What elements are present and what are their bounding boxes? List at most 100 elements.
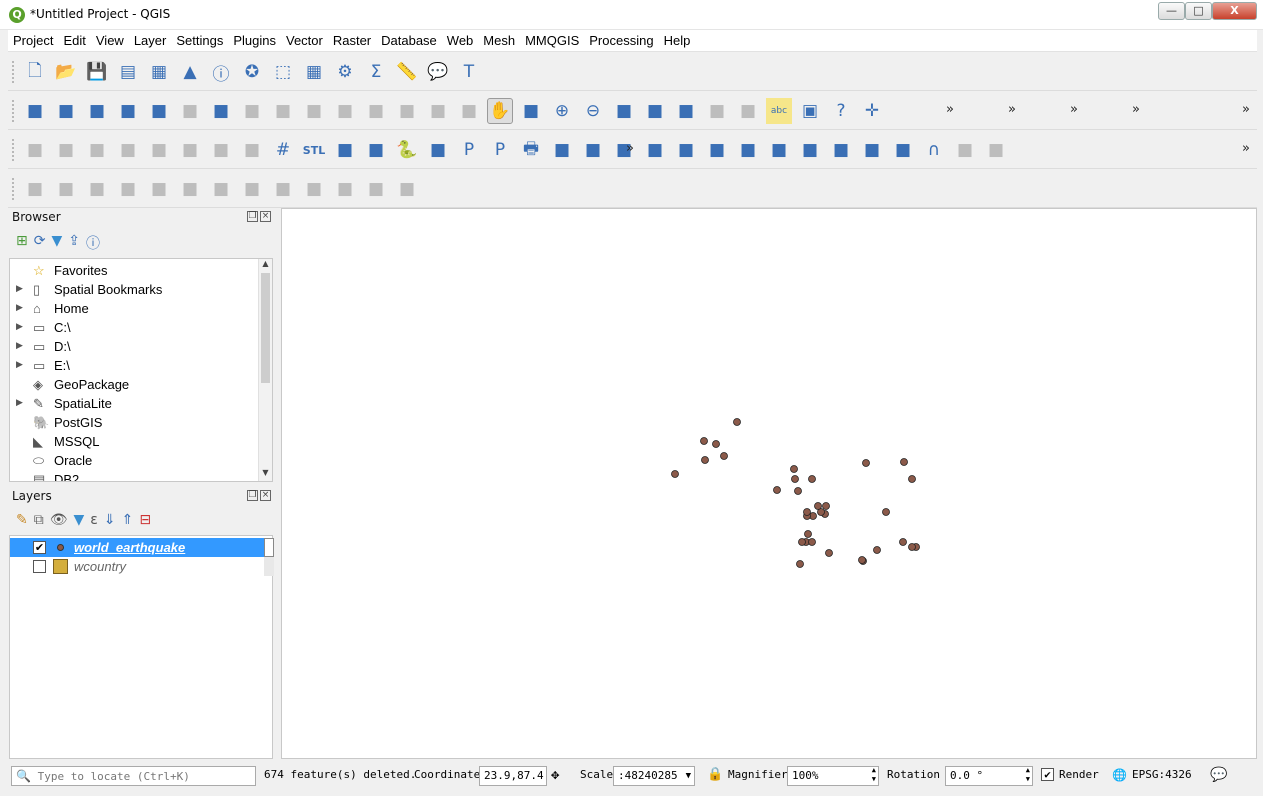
earthquake-point[interactable] [794, 487, 802, 495]
browser-item[interactable]: ▶ ▭ C:\ [10, 318, 258, 337]
layout-manager-icon[interactable]: ▦ [146, 59, 172, 85]
sun-icon[interactable]: ■ [146, 137, 172, 163]
add-delimited-icon[interactable]: ■ [642, 137, 668, 163]
earthquake-point[interactable] [899, 538, 907, 546]
add-postgis-icon[interactable]: ■ [735, 137, 761, 163]
advanced-digitize-4-icon[interactable]: ■ [115, 176, 141, 202]
browser-item[interactable]: ▶ ▭ D:\ [10, 337, 258, 356]
field-calculator-icon[interactable]: ⚙ [332, 59, 358, 85]
new-spatialite-icon[interactable]: ■ [115, 98, 141, 124]
add-selected-layers-icon[interactable]: ⊞ [16, 233, 28, 253]
float-panel-button[interactable]: ❐ [247, 490, 258, 501]
map-tips-icon[interactable]: 💬 [425, 59, 451, 85]
new-geopackage-icon[interactable]: ■ [53, 98, 79, 124]
menu-database[interactable]: Database [376, 30, 442, 52]
delete-selected-icon[interactable]: ■ [301, 98, 327, 124]
copy-icon[interactable]: ■ [363, 98, 389, 124]
earthquake-point[interactable] [900, 458, 908, 466]
menu-mesh[interactable]: Mesh [478, 30, 520, 52]
earthquake-point[interactable] [873, 546, 881, 554]
manage-visibility-icon[interactable]: 👁 [50, 512, 68, 528]
save-edits-icon[interactable]: ■ [239, 98, 265, 124]
filter-expression-icon[interactable]: ε [90, 512, 98, 528]
toolbar-grip[interactable] [12, 100, 16, 122]
earthquake-point[interactable] [733, 418, 741, 426]
toolbar-overflow-button[interactable]: » [1132, 102, 1140, 117]
browser-item[interactable]: 🐘 PostGIS [10, 413, 258, 432]
earthquake-point[interactable] [803, 508, 811, 516]
scroll-down-arrow-icon[interactable]: ▼ [259, 468, 272, 481]
collapse-all-layers-icon[interactable]: ⇑ [122, 512, 134, 528]
help-icon[interactable]: ? [828, 98, 854, 124]
earthquake-point[interactable] [808, 475, 816, 483]
collapse-all-icon[interactable]: ⇪ [68, 233, 80, 253]
toolbar-overflow-button[interactable]: » [1242, 102, 1250, 117]
mask-icon[interactable]: ■ [363, 137, 389, 163]
toggle-extents-icon[interactable]: ✥ [551, 766, 559, 786]
advanced-digitize-5-icon[interactable]: ■ [146, 176, 172, 202]
close-panel-button[interactable]: × [260, 490, 271, 501]
measure-angle-icon[interactable]: ■ [735, 98, 761, 124]
zoom-full-icon[interactable]: ■ [611, 98, 637, 124]
close-panel-button[interactable]: × [260, 211, 271, 222]
plugin-icon[interactable]: ▣ [797, 98, 823, 124]
menu-web[interactable]: Web [442, 30, 479, 52]
open-project-icon[interactable]: 📂 [53, 59, 79, 85]
pan-to-selection-icon[interactable]: ■ [518, 98, 544, 124]
toolbar-grip[interactable] [12, 61, 16, 83]
pan-icon[interactable]: ✋ [487, 98, 513, 124]
add-wms-icon[interactable]: ■ [766, 137, 792, 163]
measure-icon[interactable]: 📏 [394, 59, 420, 85]
toolbar-grip[interactable] [12, 139, 16, 161]
profile2-icon[interactable]: ■ [53, 137, 79, 163]
layer-row-wcountry[interactable]: wcountry [10, 557, 274, 576]
expand-arrow-icon[interactable]: ▶ [16, 359, 23, 370]
add-raster-icon[interactable]: ■ [580, 137, 606, 163]
advanced-digitize-7-icon[interactable]: ■ [208, 176, 234, 202]
shield-icon[interactable]: ■ [208, 137, 234, 163]
refresh-icon[interactable]: ⟳ [34, 233, 46, 253]
add-spatialite-icon[interactable]: ■ [673, 137, 699, 163]
earthquake-point[interactable] [825, 549, 833, 557]
float-panel-button[interactable]: ❐ [247, 211, 258, 222]
spinner-arrows-icon[interactable]: ▲ ▼ [1026, 766, 1030, 784]
earthquake-point[interactable] [804, 530, 812, 538]
python-icon[interactable]: 🐍 [394, 137, 420, 163]
menu-settings[interactable]: Settings [171, 30, 228, 52]
menu-edit[interactable]: Edit [58, 30, 90, 52]
scale-combobox[interactable]: :48240285 ▼ [613, 766, 695, 786]
menu-help[interactable]: Help [659, 30, 696, 52]
pan-zoom-icon[interactable]: ✪ [239, 59, 265, 85]
expand-arrow-icon[interactable]: ▶ [16, 283, 23, 294]
snapping-icon[interactable]: ■ [952, 137, 978, 163]
advanced-digitize-12-icon[interactable]: ■ [363, 176, 389, 202]
open-styling-icon[interactable]: ✎ [16, 512, 28, 528]
menu-layer[interactable]: Layer [129, 30, 172, 52]
locate-input[interactable]: 🔍 Type to locate (Ctrl+K) [11, 766, 256, 786]
advanced-digitize-2-icon[interactable]: ■ [53, 176, 79, 202]
maximize-button[interactable]: □ [1185, 2, 1212, 20]
new-shapefile-icon[interactable]: ■ [84, 98, 110, 124]
browser-item[interactable]: ▶ ▭ E:\ [10, 356, 258, 375]
browser-item[interactable]: ⬭ Oracle [10, 451, 258, 470]
zoom-in-icon[interactable]: ⊕ [549, 98, 575, 124]
toolbar-overflow-button[interactable]: » [1242, 141, 1250, 156]
undo-icon[interactable]: ■ [425, 98, 451, 124]
select-features-icon[interactable]: ⬚ [270, 59, 296, 85]
filter-icon[interactable]: ▼ [51, 233, 62, 253]
advanced-digitize-9-icon[interactable]: ■ [270, 176, 296, 202]
earthquake-point[interactable] [862, 459, 870, 467]
advanced-digitize-13-icon[interactable]: ■ [394, 176, 420, 202]
attribute-table-icon[interactable]: ▦ [301, 59, 327, 85]
add-wfs-icon[interactable]: ■ [797, 137, 823, 163]
redo-icon[interactable]: ■ [456, 98, 482, 124]
add-vector-tile-icon[interactable]: ■ [859, 137, 885, 163]
expand-arrow-icon[interactable]: ▶ [16, 321, 23, 332]
menu-plugins[interactable]: Plugins [228, 30, 281, 52]
add-virtual-icon[interactable]: ■ [704, 137, 730, 163]
advanced-digitize-1-icon[interactable]: ■ [22, 176, 48, 202]
crosshair-icon[interactable]: ✛ [859, 98, 885, 124]
advanced-digitize-10-icon[interactable]: ■ [301, 176, 327, 202]
profile3-icon[interactable]: ■ [84, 137, 110, 163]
earthquake-point[interactable] [796, 560, 804, 568]
